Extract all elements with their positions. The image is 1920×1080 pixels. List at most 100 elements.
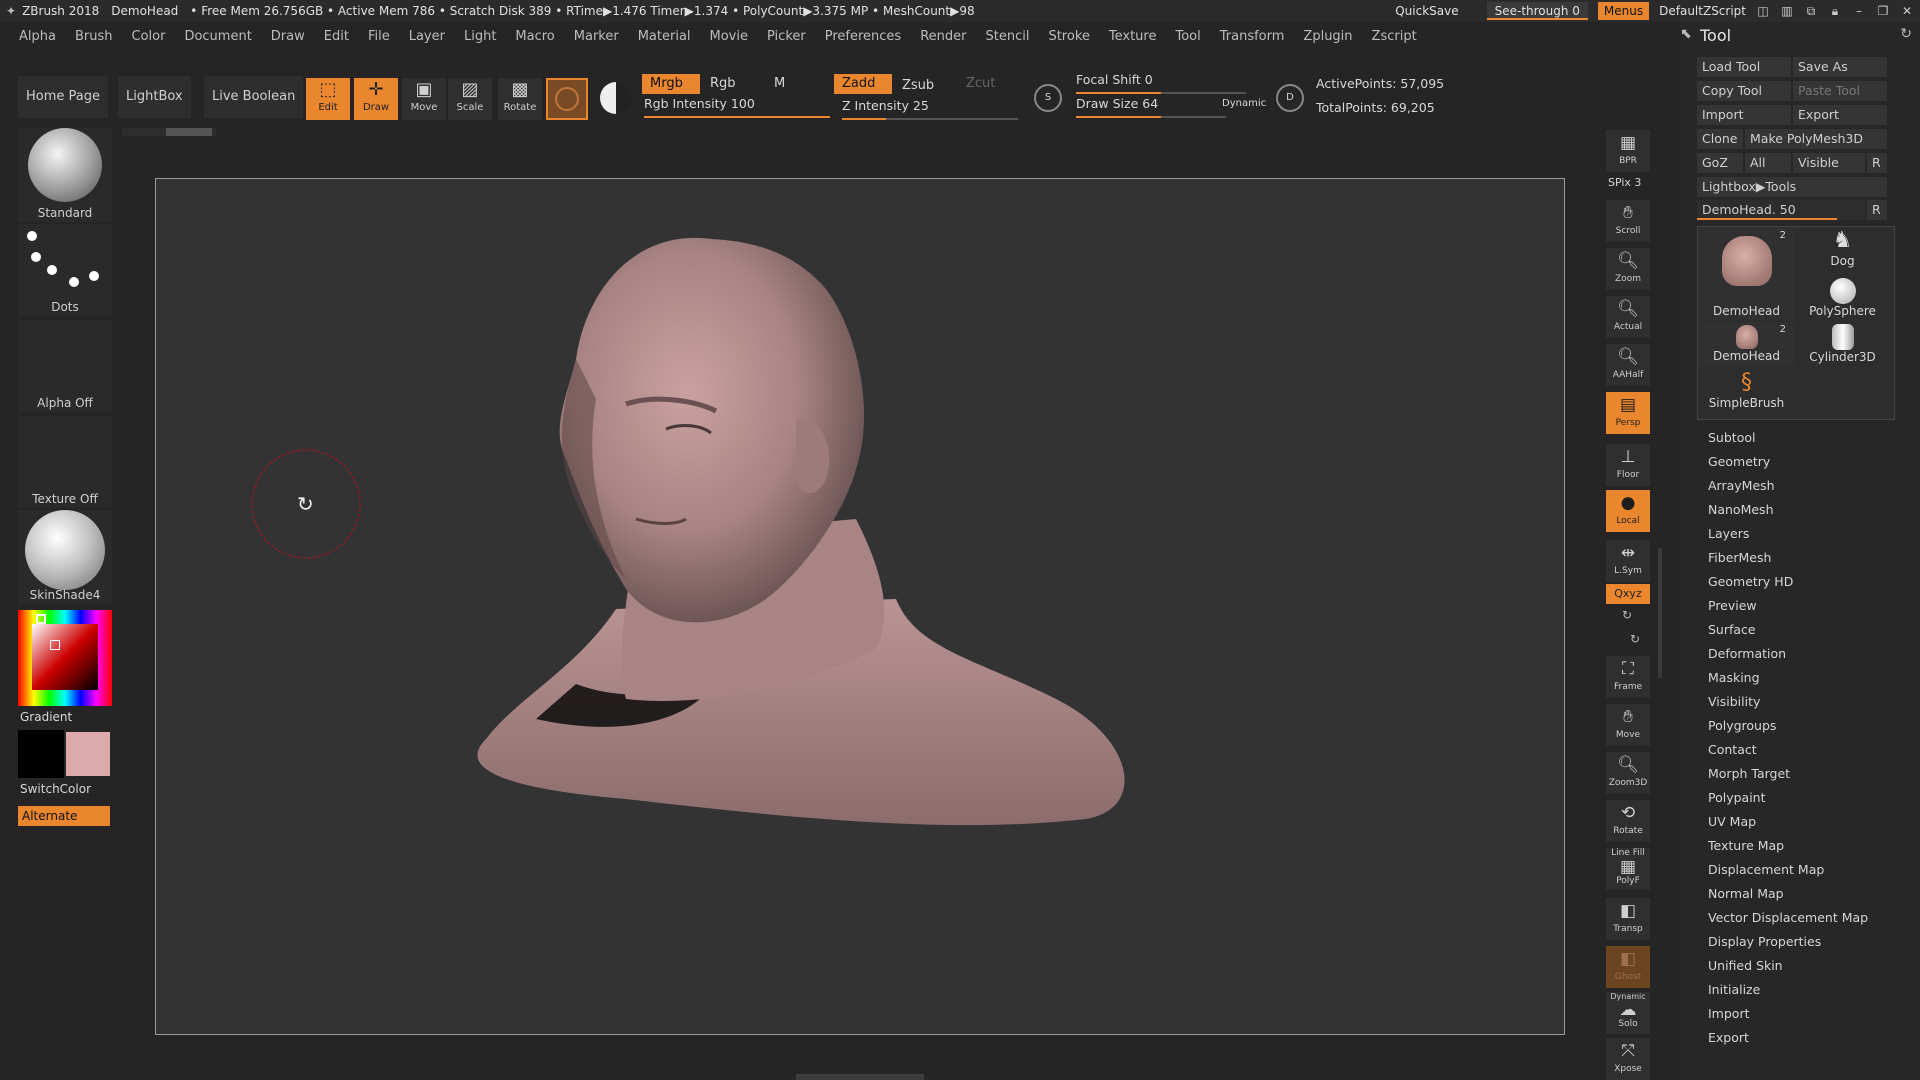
goz-r-button[interactable]: R [1867, 153, 1887, 173]
minimize-icon[interactable]: – [1852, 4, 1866, 18]
bpr-button[interactable]: ▦ BPR [1606, 130, 1650, 172]
menu-file[interactable]: File [368, 29, 390, 44]
subpalette-nanomesh[interactable]: NanoMesh [1708, 502, 1774, 517]
local-button[interactable]: ● Local [1606, 490, 1650, 532]
restore-icon[interactable]: ❐ [1876, 4, 1890, 18]
actual-button[interactable]: 🔍︎ Actual [1606, 296, 1650, 338]
menu-zscript[interactable]: Zscript [1372, 29, 1417, 44]
make-polymesh3d-button[interactable]: Make PolyMesh3D [1745, 129, 1887, 149]
scale-mode-button[interactable]: ▨ Scale [448, 78, 492, 120]
menu-edit[interactable]: Edit [324, 29, 349, 44]
subpalette-uv-map[interactable]: UV Map [1708, 814, 1756, 829]
gradient-toggle[interactable]: Gradient [20, 710, 72, 724]
z-intensity-slider[interactable]: Z Intensity 25 [842, 98, 1018, 120]
tool-thumb-cylinder3d[interactable]: Cylinder3D [1795, 322, 1890, 366]
rotate-view-button[interactable]: ⟲ Rotate [1606, 800, 1650, 842]
symmetry-d-icon[interactable]: D [1276, 84, 1304, 112]
zadd-toggle[interactable]: Zadd [834, 74, 892, 94]
rgb-intensity-slider[interactable]: Rgb Intensity 100 [644, 96, 830, 118]
menu-zplugin[interactable]: Zplugin [1303, 29, 1352, 44]
subpalette-geometry[interactable]: Geometry [1708, 454, 1770, 469]
quicksave-button[interactable]: QuickSave [1395, 4, 1458, 18]
menu-brush[interactable]: Brush [75, 29, 113, 44]
menu-alpha[interactable]: Alpha [19, 29, 56, 44]
lsym-button[interactable]: ⇹ L.Sym [1606, 540, 1650, 582]
close-icon[interactable]: ✕ [1900, 4, 1914, 18]
rotate-z-icon[interactable]: ↻ [1630, 632, 1640, 646]
menu-render[interactable]: Render [920, 29, 966, 44]
tool-thumb-dog[interactable]: ♞ Dog [1795, 228, 1890, 276]
tool-thumb-simplebrush[interactable]: § SimpleBrush [1699, 370, 1794, 416]
xpose-button[interactable]: ⤧ Xpose [1606, 1038, 1650, 1080]
subpalette-layers[interactable]: Layers [1708, 526, 1749, 541]
spix-slider[interactable]: SPix 3 [1608, 176, 1641, 189]
current-tool-r-button[interactable]: R [1867, 200, 1887, 220]
menu-tool[interactable]: Tool [1175, 29, 1200, 44]
lightbox-button[interactable]: LightBox [118, 76, 191, 118]
subpalette-fibermesh[interactable]: FiberMesh [1708, 550, 1771, 565]
layout-icon[interactable]: ◫ [1756, 4, 1770, 18]
menu-marker[interactable]: Marker [574, 29, 619, 44]
load-tool-button[interactable]: Load Tool [1697, 57, 1791, 77]
move-mode-button[interactable]: ▣ Move [402, 78, 446, 120]
subpalette-surface[interactable]: Surface [1708, 622, 1756, 637]
symmetry-s-icon[interactable]: S [1034, 84, 1062, 112]
texture-slot[interactable]: Texture Off [18, 416, 112, 508]
secondary-color-swatch[interactable] [66, 732, 110, 776]
hue-handle[interactable] [36, 614, 46, 624]
subpalette-texture-map[interactable]: Texture Map [1708, 838, 1784, 853]
current-tool-slider[interactable]: DemoHead. 50 [1697, 200, 1865, 220]
menu-movie[interactable]: Movie [710, 29, 748, 44]
draw-mode-button[interactable]: ✛ Draw [354, 78, 398, 120]
export-button[interactable]: Export [1793, 105, 1887, 125]
subpalette-deformation[interactable]: Deformation [1708, 646, 1786, 661]
solo-button[interactable]: Dynamic ☁ Solo [1606, 992, 1650, 1034]
rotate-y-icon[interactable]: ↻ [1622, 608, 1632, 622]
seethrough-slider[interactable]: See-through 0 [1486, 2, 1588, 20]
dynamic-toggle[interactable]: Dynamic [1222, 98, 1266, 109]
rgb-toggle[interactable]: Rgb [702, 74, 744, 94]
lightbox-tools-button[interactable]: Lightbox▶Tools [1697, 177, 1887, 197]
transp-button[interactable]: ◧ Transp [1606, 898, 1650, 940]
import-button[interactable]: Import [1697, 105, 1791, 125]
tool-palette-title[interactable]: Tool [1700, 26, 1731, 45]
menu-stencil[interactable]: Stencil [985, 29, 1029, 44]
subpalette-polypaint[interactable]: Polypaint [1708, 790, 1766, 805]
copy-tool-button[interactable]: Copy Tool [1697, 81, 1791, 101]
color-picker-square[interactable] [32, 624, 98, 690]
subpalette-polygroups[interactable]: Polygroups [1708, 718, 1776, 733]
window-icon[interactable]: ⧉ [1804, 4, 1818, 19]
tray-scroll[interactable] [122, 128, 216, 136]
scroll-button[interactable]: ✋︎ Scroll [1606, 200, 1650, 242]
clone-button[interactable]: Clone [1697, 129, 1743, 149]
goz-visible-button[interactable]: Visible [1793, 153, 1865, 173]
menu-document[interactable]: Document [184, 29, 251, 44]
subpalette-normal-map[interactable]: Normal Map [1708, 886, 1784, 901]
zoom-button[interactable]: 🔍︎ Zoom [1606, 248, 1650, 290]
menu-preferences[interactable]: Preferences [825, 29, 901, 44]
aahalf-button[interactable]: 🔍︎ AAHalf [1606, 344, 1650, 386]
live-boolean-button[interactable]: Live Boolean [204, 76, 304, 118]
mrgb-toggle[interactable]: Mrgb [642, 74, 700, 94]
paste-tool-button[interactable]: Paste Tool [1793, 81, 1887, 101]
color-mode-icon[interactable] [600, 82, 632, 114]
frame-button[interactable]: ⛶ Frame [1606, 656, 1650, 698]
zsub-toggle[interactable]: Zsub [894, 76, 942, 96]
default-zscript-button[interactable]: DefaultZScript [1659, 4, 1746, 18]
alternate-toggle[interactable]: Alternate [18, 806, 110, 826]
menus-toggle[interactable]: Menus [1597, 2, 1650, 20]
color-picker[interactable] [18, 610, 112, 706]
xyz-button[interactable]: Qxyz [1606, 584, 1650, 604]
menu-color[interactable]: Color [131, 29, 165, 44]
brush-slot[interactable]: Standard [18, 128, 112, 222]
menu-layer[interactable]: Layer [409, 29, 445, 44]
subpalette-display-properties[interactable]: Display Properties [1708, 934, 1821, 949]
subpalette-masking[interactable]: Masking [1708, 670, 1760, 685]
palette-reset-icon[interactable]: ↻ [1900, 26, 1912, 42]
menu-material[interactable]: Material [638, 29, 691, 44]
subpalette-arraymesh[interactable]: ArrayMesh [1708, 478, 1775, 493]
menu-draw[interactable]: Draw [271, 29, 305, 44]
tool-thumb-demohead[interactable]: 2 DemoHead [1699, 228, 1794, 320]
subpalette-export[interactable]: Export [1708, 1030, 1749, 1045]
subpalette-morph-target[interactable]: Morph Target [1708, 766, 1790, 781]
